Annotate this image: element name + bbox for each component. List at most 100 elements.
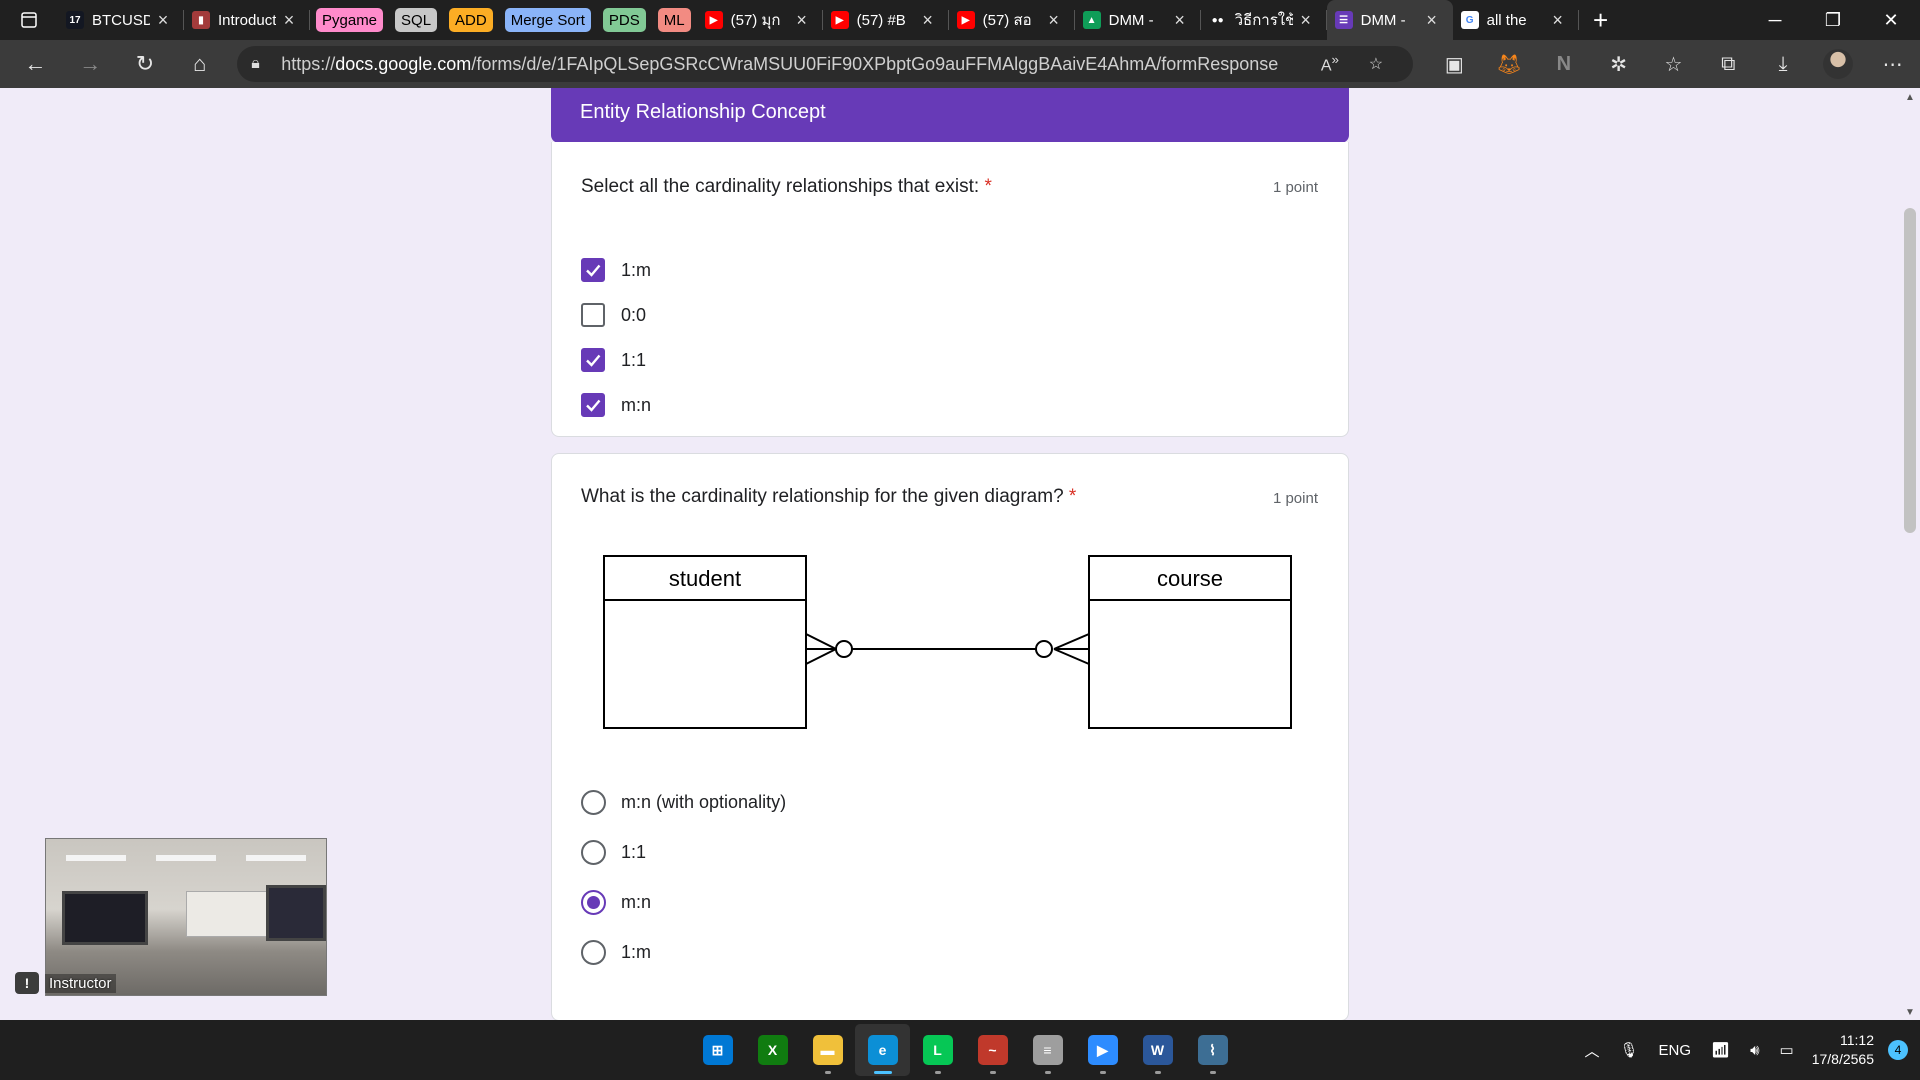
tab-close-icon[interactable]: × — [1293, 10, 1319, 31]
tab-close-icon[interactable]: × — [789, 10, 815, 31]
taskbar-mysql-workbench[interactable]: ⌇ — [1185, 1024, 1240, 1076]
taskbar-database[interactable]: ≡ — [1020, 1024, 1075, 1076]
browser-tab[interactable]: ▶ (57) #B × — [823, 0, 949, 40]
app-available-icon[interactable]: ▣ — [1427, 40, 1482, 88]
clock[interactable]: 11:12 17/8/2565 — [1804, 1031, 1882, 1069]
volume-icon[interactable]: 🔊︎ — [1740, 1042, 1769, 1059]
tab-group-merge-sort[interactable]: Merge Sort — [504, 8, 591, 32]
collections-icon[interactable]: ⧉ — [1701, 40, 1756, 88]
radio-option[interactable]: m:n (with optionality) — [581, 790, 786, 815]
radio-option[interactable]: 1:m — [581, 940, 651, 965]
scroll-down-icon[interactable]: ▼ — [1905, 1007, 1915, 1018]
taskbar-xbox[interactable]: X — [745, 1024, 800, 1076]
scroll-up-icon[interactable]: ▲ — [1905, 92, 1915, 103]
points-label: 1 point — [1272, 179, 1318, 196]
browser-tab[interactable]: ▲ DMM - × — [1075, 0, 1201, 40]
relationship-line — [805, 633, 1090, 665]
running-indicator — [1209, 1071, 1216, 1074]
browser-tab[interactable]: ▶ (57) มุก × — [697, 0, 823, 40]
webcam-label: ! Instructor — [15, 972, 116, 994]
favorite-add-icon[interactable]: ☆ — [1353, 54, 1399, 74]
checkbox-option[interactable]: 1:m — [581, 258, 651, 282]
wifi-icon[interactable]: 📶︎ — [1701, 1041, 1740, 1059]
tab-close-icon[interactable]: × — [1419, 10, 1445, 31]
profile-avatar[interactable] — [1810, 40, 1865, 88]
oracle-icon: ~ — [977, 1035, 1008, 1065]
metamask-extension-icon[interactable]: 🦊︎ — [1482, 40, 1537, 88]
option-label: 1:1 — [621, 842, 647, 862]
taskbar-edge[interactable]: e — [855, 1024, 910, 1076]
new-tab-button[interactable]: + — [1579, 5, 1623, 36]
tab-group-add[interactable]: ADD — [449, 8, 493, 32]
tab-close-icon[interactable]: × — [1545, 10, 1571, 31]
radio-option[interactable]: 1:1 — [581, 840, 646, 865]
taskbar: ⊞ X ▬ e L ~ ≡ ▶ W ⌇ ︿ 🎙︎ ENG 📶︎ 🔊︎ ▭ 11:12 17/8/2… — [0, 1020, 1920, 1080]
taskbar-line[interactable]: L — [910, 1024, 965, 1076]
tab-actions-button[interactable] — [0, 0, 58, 40]
checkbox-checked[interactable] — [581, 393, 605, 417]
show-hidden-icons-icon[interactable]: ︿ — [1574, 1040, 1609, 1061]
radio-unselected[interactable] — [581, 940, 606, 965]
downloads-icon[interactable]: ⤓ — [1756, 40, 1811, 88]
alert-icon[interactable]: ! — [15, 972, 39, 994]
taskbar-zoom[interactable]: ▶ — [1075, 1024, 1130, 1076]
microphone-icon[interactable]: 🎙︎ — [1609, 1041, 1648, 1059]
more-menu-icon[interactable]: ⋯ — [1865, 40, 1920, 88]
taskbar-file-explorer[interactable]: ▬ — [800, 1024, 855, 1076]
tab-close-icon[interactable]: × — [276, 10, 302, 31]
option-label: 0:0 — [621, 304, 647, 325]
page-scrollbar[interactable]: ▲ ▼ — [1900, 88, 1920, 1020]
tab-close-icon[interactable]: × — [915, 10, 941, 31]
close-window-icon[interactable]: ✕ — [1862, 0, 1920, 40]
tab-close-icon[interactable]: × — [150, 10, 176, 31]
browser-tab[interactable]: ▶ (57) สอ × — [949, 0, 1075, 40]
browser-tab[interactable]: Gall the × — [1453, 0, 1579, 40]
tab-group-pds[interactable]: PDS — [602, 8, 646, 32]
course-entity-label: course — [1157, 566, 1223, 591]
taskbar-oracle[interactable]: ~ — [965, 1024, 1020, 1076]
checkbox-checked[interactable] — [581, 258, 605, 282]
browser-tab[interactable]: ●● วิธีการใช้ × — [1201, 0, 1327, 40]
language-indicator[interactable]: ENG — [1649, 1042, 1702, 1059]
browser-tab[interactable]: ▮ Introduction× — [184, 0, 310, 40]
line-icon: L — [922, 1035, 953, 1065]
browser-tab[interactable]: 17 BTCUSD × — [58, 0, 184, 40]
checkmark-icon — [586, 264, 601, 277]
radio-unselected[interactable] — [581, 790, 606, 815]
restore-icon[interactable]: ❐ — [1804, 0, 1862, 40]
tab-close-icon[interactable]: × — [1167, 10, 1193, 31]
checkbox-option[interactable]: 1:1 — [581, 348, 646, 372]
back-icon[interactable]: ← — [8, 40, 63, 88]
checkbox-option[interactable]: m:n — [581, 393, 651, 417]
checkbox-option[interactable]: 0:0 — [581, 303, 646, 327]
home-icon[interactable]: ⌂ — [172, 40, 227, 88]
running-indicator — [1099, 1071, 1106, 1074]
radio-selected[interactable] — [581, 890, 606, 915]
tab-favicon-icon: ▶ — [956, 11, 975, 29]
checkbox-checked[interactable] — [581, 348, 605, 372]
address-bar[interactable]: 🔒︎ https://docs.google.com/forms/d/e/1FA… — [237, 46, 1413, 82]
scrollbar-thumb[interactable] — [1904, 208, 1916, 533]
checkbox-unchecked[interactable] — [581, 303, 605, 327]
notion-extension-icon[interactable]: N — [1536, 40, 1591, 88]
extensions-icon[interactable]: ✲ — [1591, 40, 1646, 88]
tab-close-icon[interactable]: × — [1041, 10, 1067, 31]
option-label: m:n — [621, 892, 652, 912]
browser-tab[interactable]: ☰ DMM - × — [1326, 0, 1453, 40]
radio-unselected[interactable] — [581, 840, 606, 865]
tab-title: (57) สอ — [982, 12, 1032, 29]
minimize-icon[interactable]: ─ — [1746, 0, 1804, 40]
favorites-icon[interactable]: ☆ — [1646, 40, 1701, 88]
radio-option[interactable]: m:n — [581, 890, 651, 915]
forward-icon[interactable]: → — [63, 40, 118, 88]
tab-group-ml[interactable]: ML — [657, 8, 691, 32]
notification-badge[interactable]: 4 — [1888, 1040, 1908, 1060]
battery-icon[interactable]: ▭ — [1770, 1041, 1804, 1059]
read-aloud-icon[interactable]: A» — [1307, 52, 1353, 75]
refresh-icon[interactable]: ↻ — [118, 40, 173, 88]
taskbar-windows-start[interactable]: ⊞ — [690, 1024, 745, 1076]
tab-group-pygame[interactable]: Pygame — [316, 8, 384, 32]
tab-group-sql[interactable]: SQL — [395, 8, 438, 32]
url-text[interactable]: https://docs.google.com/forms/d/e/1FAIpQ… — [281, 54, 1307, 75]
taskbar-word[interactable]: W — [1130, 1024, 1185, 1076]
